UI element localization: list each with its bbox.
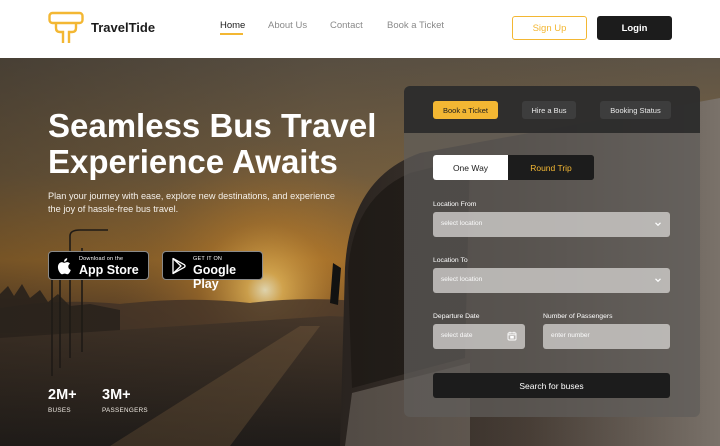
- departure-date-input[interactable]: select date: [433, 324, 525, 349]
- nav-home[interactable]: Home: [220, 20, 245, 31]
- stat-passengers-value: 3M+: [102, 387, 131, 403]
- navbar: TravelTide Home About Us Contact Book a …: [0, 0, 720, 58]
- hero-headline-line2: Experience Awaits: [48, 143, 338, 180]
- passengers-placeholder: enter number: [551, 332, 590, 339]
- google-play-big-text: Google Play: [193, 263, 237, 291]
- traveltide-logo-icon[interactable]: [48, 11, 84, 45]
- nav-book-a-ticket[interactable]: Book a Ticket: [387, 20, 444, 31]
- login-button[interactable]: Login: [597, 16, 672, 40]
- location-to-select[interactable]: select location: [433, 268, 670, 293]
- stat-buses-label: BUSES: [48, 407, 71, 414]
- tab-booking-status[interactable]: Booking Status: [600, 101, 671, 119]
- location-from-label: Location From: [433, 201, 477, 208]
- trip-one-way-button[interactable]: One Way: [433, 155, 508, 180]
- apple-icon: [57, 258, 71, 275]
- booking-tabs-bar: Book a Ticket Hire a Bus Booking Status: [404, 86, 700, 133]
- stat-buses-value: 2M+: [48, 387, 77, 403]
- search-buses-button[interactable]: Search for buses: [433, 373, 670, 398]
- hero-headline: Seamless Bus Travel Experience Awaits: [48, 108, 388, 180]
- calendar-icon: [507, 331, 517, 341]
- nav-about-us[interactable]: About Us: [268, 20, 307, 31]
- location-from-select[interactable]: select location: [433, 212, 670, 237]
- tab-hire-a-bus[interactable]: Hire a Bus: [522, 101, 576, 119]
- nav-active-indicator: [220, 33, 243, 35]
- location-to-label: Location To: [433, 257, 468, 264]
- google-play-icon: [172, 257, 186, 275]
- trip-round-trip-button[interactable]: Round Trip: [508, 155, 594, 180]
- trip-type-toggle: One Way Round Trip: [433, 155, 594, 180]
- departure-date-placeholder: select date: [441, 332, 473, 339]
- hero-section: Seamless Bus Travel Experience Awaits Pl…: [0, 58, 720, 446]
- signup-button[interactable]: Sign Up: [512, 16, 587, 40]
- hero-subtext: Plan your journey with ease, explore new…: [48, 191, 336, 214]
- passengers-input[interactable]: enter number: [543, 324, 670, 349]
- tab-book-a-ticket[interactable]: Book a Ticket: [433, 101, 498, 119]
- departure-date-label: Departure Date: [433, 313, 480, 320]
- location-from-placeholder: select location: [441, 220, 483, 227]
- google-play-small-text: GET IT ON: [193, 256, 223, 262]
- app-store-small-text: Download on the: [79, 256, 124, 262]
- location-to-placeholder: select location: [441, 276, 483, 283]
- brand-name[interactable]: TravelTide: [91, 20, 155, 35]
- nav-contact[interactable]: Contact: [330, 20, 363, 31]
- passengers-label: Number of Passengers: [543, 313, 613, 320]
- booking-panel: Book a Ticket Hire a Bus Booking Status …: [404, 86, 700, 417]
- app-store-big-text: App Store: [79, 263, 139, 277]
- chevron-down-icon: [655, 278, 661, 283]
- stat-passengers-label: PASSENGERS: [102, 407, 148, 414]
- app-store-button[interactable]: Download on the App Store: [48, 251, 149, 280]
- chevron-down-icon: [655, 222, 661, 227]
- hero-headline-line1: Seamless Bus Travel: [48, 107, 377, 144]
- google-play-button[interactable]: GET IT ON Google Play: [162, 251, 263, 291]
